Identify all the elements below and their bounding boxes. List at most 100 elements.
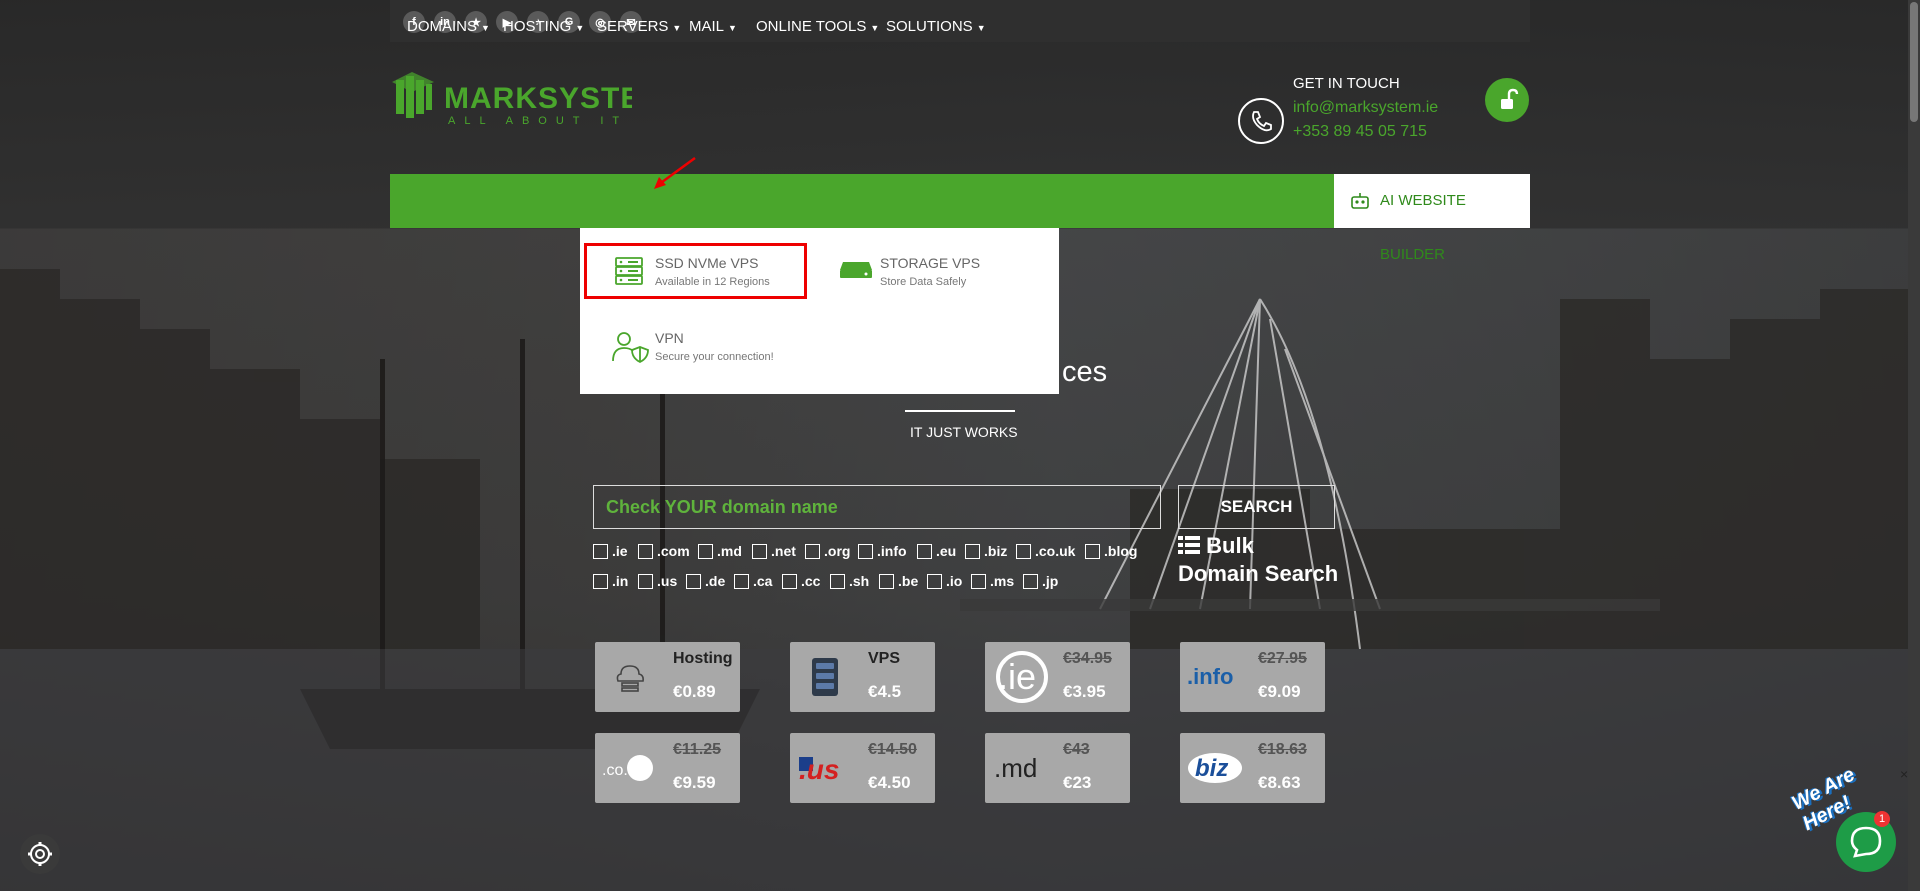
accessibility-settings-button[interactable]	[20, 834, 60, 874]
tld-checkbox[interactable]: .info	[858, 543, 907, 559]
tld-checkbox[interactable]: .eu	[917, 543, 956, 559]
search-button[interactable]: SEARCH	[1178, 485, 1335, 529]
tld-checkbox[interactable]: .blog	[1085, 543, 1137, 559]
page-scrollbar[interactable]	[1908, 0, 1920, 891]
login-button[interactable]	[1485, 78, 1529, 122]
checkbox[interactable]	[698, 543, 713, 559]
checkbox[interactable]	[593, 543, 608, 559]
menu-item-vpn[interactable]: VPN Secure your connection!	[590, 323, 800, 369]
card-price: €4.5	[868, 682, 902, 701]
contact-phone-link[interactable]: +353 89 45 05 715	[1293, 123, 1427, 141]
tld-checkbox[interactable]: .de	[686, 573, 725, 589]
hero-divider	[905, 410, 1015, 412]
card-old-price: €34.95	[1063, 650, 1112, 667]
tld-checkbox[interactable]: .md	[698, 543, 742, 559]
ai-builder-label: AI WEBSITE BUILDER	[1380, 192, 1466, 263]
card-price: €9.09	[1258, 682, 1301, 701]
vps-server-icon	[790, 642, 860, 712]
tld-checkbox[interactable]: .jp	[1023, 573, 1058, 589]
ie-domain-logo: .ie	[985, 642, 1055, 712]
nav-mail[interactable]: MAIL ▼	[689, 0, 737, 54]
nav-solutions[interactable]: SOLUTIONS ▼	[886, 0, 986, 54]
card-price: €0.89	[673, 682, 716, 701]
checkbox[interactable]	[917, 543, 932, 559]
menu-item-storage-vps[interactable]: STORAGE VPS Store Data Safely	[835, 248, 1045, 294]
tld-checkbox[interactable]: .net	[752, 543, 796, 559]
checkbox[interactable]	[638, 543, 653, 559]
logo-tagline: ALL ABOUT IT	[448, 115, 628, 127]
checkbox[interactable]	[593, 573, 608, 589]
checkbox[interactable]	[971, 573, 986, 589]
nav-servers[interactable]: SERVERS ▼	[597, 0, 681, 54]
svg-text:biz: biz	[1195, 755, 1228, 782]
unlock-icon	[1501, 88, 1519, 109]
caret-down-icon: ▼	[672, 23, 682, 33]
hosting-cloud-icon	[595, 642, 665, 712]
tld-checkbox[interactable]: .ms	[971, 573, 1014, 589]
tld-checkbox[interactable]: .com	[638, 543, 690, 559]
checkbox[interactable]	[686, 573, 701, 589]
checkbox[interactable]	[1023, 573, 1038, 589]
nav-domains[interactable]: DOMAINS ▼	[407, 0, 490, 54]
price-card-md[interactable]: .md €43 €23	[985, 733, 1130, 803]
biz-domain-logo: biz	[1180, 733, 1250, 803]
nav-hosting[interactable]: HOSTING ▼	[503, 0, 584, 54]
menu-item-subtitle: Store Data Safely	[880, 276, 967, 288]
menu-item-subtitle: Secure your connection!	[655, 351, 774, 363]
domain-search-input[interactable]	[593, 485, 1161, 529]
couk-domain-logo: .co.uk	[595, 733, 665, 803]
tld-checkbox[interactable]: .ie	[593, 543, 628, 559]
tld-checkbox[interactable]: .us	[638, 573, 677, 589]
checkbox[interactable]	[965, 543, 980, 559]
checkbox[interactable]	[752, 543, 767, 559]
checkbox[interactable]	[879, 573, 894, 589]
card-price: €3.95	[1063, 682, 1106, 701]
chat-close-icon[interactable]: ×	[1900, 766, 1908, 782]
tld-checkbox[interactable]: .cc	[782, 573, 820, 589]
us-domain-logo: .us	[790, 733, 860, 803]
tld-checkbox[interactable]: .biz	[965, 543, 1007, 559]
card-price: €23	[1063, 773, 1092, 792]
price-card-ie[interactable]: .ie €34.95 €3.95	[985, 642, 1130, 712]
checkbox[interactable]	[782, 573, 797, 589]
card-name: VPS	[868, 650, 901, 667]
card-old-price: €11.25	[673, 741, 722, 758]
tld-checkbox[interactable]: .in	[593, 573, 628, 589]
price-card-info[interactable]: .info €27.95 €9.09	[1180, 642, 1325, 712]
checkbox[interactable]	[1085, 543, 1100, 559]
tld-checkbox[interactable]: .sh	[830, 573, 869, 589]
checkbox[interactable]	[805, 543, 820, 559]
contact-title: GET IN TOUCH	[1293, 75, 1400, 92]
price-card-hosting[interactable]: Hosting €0.89	[595, 642, 740, 712]
menu-item-title: VPN	[655, 330, 684, 346]
tld-checkbox[interactable]: .ca	[734, 573, 772, 589]
checkbox[interactable]	[927, 573, 942, 589]
price-card-couk[interactable]: .co.uk €11.25 €9.59	[595, 733, 740, 803]
price-card-vps[interactable]: VPS €4.5	[790, 642, 935, 712]
logo-wordmark: MARKSYSTEM	[444, 82, 632, 115]
storage-drive-icon	[840, 262, 872, 278]
checkbox[interactable]	[734, 573, 749, 589]
nav-online-tools[interactable]: ONLINE TOOLS ▼	[756, 0, 879, 54]
card-old-price: €27.95	[1258, 650, 1307, 667]
scrollbar-thumb[interactable]	[1910, 2, 1918, 122]
bulk-label-line2: Domain Search	[1178, 561, 1339, 586]
md-domain-logo: .md	[985, 733, 1055, 803]
checkbox[interactable]	[830, 573, 845, 589]
contact-email-link[interactable]: info@marksystem.ie	[1293, 99, 1438, 117]
card-price: €4.50	[868, 773, 911, 792]
checkbox[interactable]	[638, 573, 653, 589]
checkbox[interactable]	[858, 543, 873, 559]
ai-website-builder-button[interactable]: AI WEBSITE BUILDER	[1334, 174, 1530, 263]
price-card-biz[interactable]: biz €18.63 €8.63	[1180, 733, 1325, 803]
user-shield-icon	[612, 332, 649, 363]
bulk-domain-search-link[interactable]: Bulk Domain Search	[1178, 532, 1338, 588]
menu-item-title: STORAGE VPS	[880, 255, 981, 271]
tld-checkbox[interactable]: .org	[805, 543, 850, 559]
marksystem-logo[interactable]: MARKSYSTEM ALL ABOUT IT	[392, 72, 632, 128]
tld-checkbox[interactable]: .be	[879, 573, 918, 589]
price-card-us[interactable]: .us €14.50 €4.50	[790, 733, 935, 803]
tld-checkbox[interactable]: .io	[927, 573, 962, 589]
checkbox[interactable]	[1016, 543, 1031, 559]
tld-checkbox[interactable]: .co.uk	[1016, 543, 1075, 559]
